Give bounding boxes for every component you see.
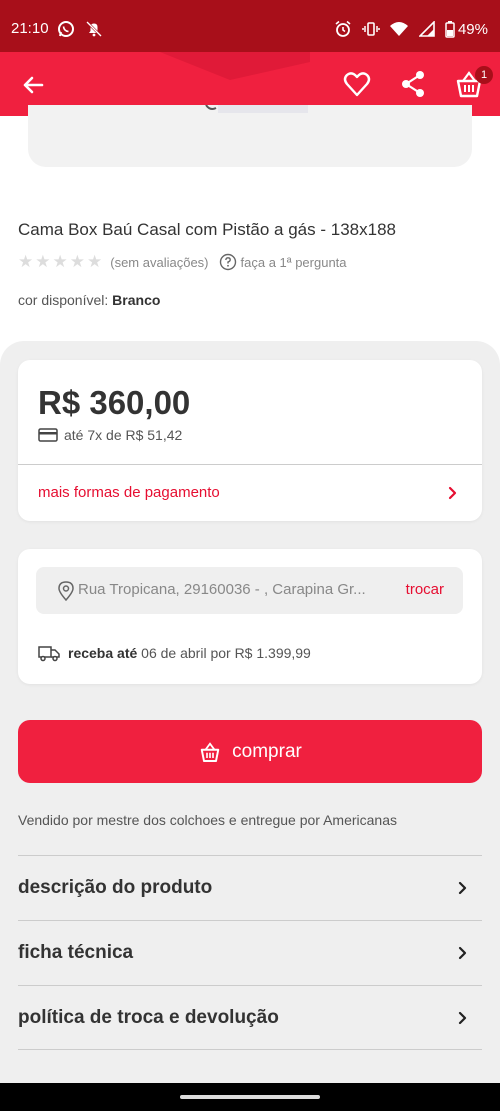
- chevron-right-icon: [458, 1011, 467, 1025]
- question-icon: [219, 253, 236, 271]
- truck-icon: [38, 646, 60, 662]
- price: R$ 360,00: [38, 384, 191, 421]
- wifi-icon: [389, 19, 409, 39]
- vibrate-icon: [361, 19, 381, 39]
- delivery-text: 06 de abril por R$ 1.399,99: [141, 645, 311, 661]
- accordion-return-policy[interactable]: política de troca e devolução: [18, 985, 482, 1050]
- address-box[interactable]: Rua Tropicana, 29160036 - , Carapina Gr.…: [36, 567, 463, 614]
- cart-count-badge: 1: [475, 66, 493, 84]
- whatsapp-icon: [56, 19, 76, 39]
- location-pin-icon: [58, 581, 74, 606]
- ask-question-link[interactable]: faça a 1ª pergunta: [219, 253, 347, 271]
- chevron-right-icon[interactable]: [446, 483, 460, 508]
- delivery-bold: receba até: [68, 645, 138, 661]
- accordion-label: descrição do produto: [18, 877, 213, 898]
- alarm-icon: [333, 19, 353, 39]
- battery-percent: 49%: [457, 20, 488, 38]
- back-arrow-icon[interactable]: [18, 70, 48, 100]
- chevron-right-icon: [458, 946, 467, 960]
- basket-icon[interactable]: 1: [454, 66, 493, 100]
- share-icon[interactable]: [398, 68, 428, 100]
- buy-button[interactable]: comprar: [18, 720, 482, 783]
- divider: [18, 1049, 482, 1050]
- heart-icon[interactable]: [342, 68, 372, 100]
- installments-row: até 7x de R$ 51,42: [38, 427, 182, 443]
- delivery-row: receba até 06 de abril por R$ 1.399,99: [38, 644, 311, 662]
- rating-text[interactable]: (sem avaliações): [110, 255, 208, 270]
- home-gesture-handle[interactable]: [180, 1095, 320, 1099]
- address-text: Rua Tropicana, 29160036 - , Carapina Gr.…: [78, 581, 366, 598]
- rating-row: ★ ★ ★ ★ ★ (sem avaliações) faça a 1ª per…: [18, 253, 347, 271]
- product-title: Cama Box Baú Casal com Pistão a gás - 13…: [18, 220, 396, 239]
- accordion-label: política de troca e devolução: [18, 1007, 279, 1028]
- product-image-card[interactable]: [28, 105, 472, 167]
- status-bar: 21:10 49%: [0, 0, 500, 52]
- star-icon: ★: [18, 252, 34, 271]
- credit-card-icon: [38, 428, 58, 442]
- star-icon: ★: [69, 252, 85, 271]
- star-icon: ★: [52, 252, 68, 271]
- star-icon: ★: [35, 252, 51, 271]
- notifications-off-icon: [84, 19, 104, 39]
- color-value: Branco: [112, 292, 161, 308]
- color-row: cor disponível: Branco: [18, 292, 160, 308]
- accordion-label: ficha técnica: [18, 942, 134, 963]
- installments-text: até 7x de R$ 51,42: [64, 427, 183, 443]
- change-address-button[interactable]: trocar: [406, 581, 444, 598]
- basket-icon: [200, 741, 220, 762]
- rating-stars: ★ ★ ★ ★ ★: [18, 253, 102, 271]
- color-label: cor disponível:: [18, 292, 109, 308]
- price-card: R$ 360,00 até 7x de R$ 51,42 mais formas…: [18, 360, 482, 521]
- signal-icon: [417, 19, 437, 39]
- accordion-technical-sheet[interactable]: ficha técnica: [18, 920, 482, 985]
- status-time: 21:10: [11, 20, 49, 37]
- star-icon: ★: [87, 252, 103, 271]
- system-nav-bar: [0, 1083, 500, 1111]
- question-text: faça a 1ª pergunta: [240, 254, 347, 270]
- battery-icon: 49%: [445, 19, 488, 39]
- seller-info: Vendido por mestre dos colchoes e entreg…: [18, 812, 398, 828]
- buy-button-label: comprar: [232, 740, 302, 762]
- accordion-product-description[interactable]: descrição do produto: [18, 855, 482, 920]
- more-payment-link[interactable]: mais formas de pagamento: [38, 484, 220, 501]
- divider: [18, 464, 482, 465]
- shipping-card: Rua Tropicana, 29160036 - , Carapina Gr.…: [18, 549, 482, 684]
- chevron-right-icon: [458, 881, 467, 895]
